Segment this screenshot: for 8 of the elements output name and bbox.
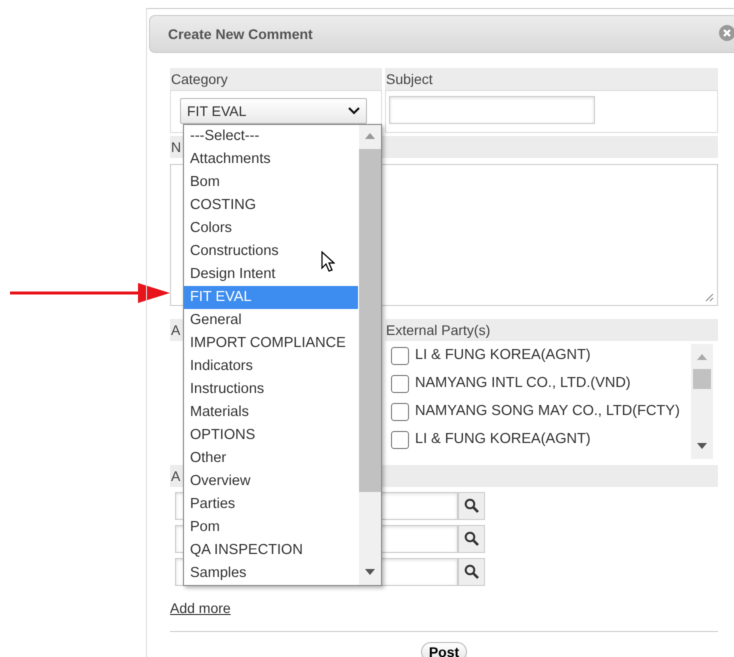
field-label: External Party(s) <box>385 319 718 341</box>
field-label: Subject <box>385 68 718 90</box>
dialog-title: Create New Comment <box>168 24 313 44</box>
party-name: LI & FUNG KOREA(AGNT) <box>415 346 591 366</box>
party-name: NAMYANG SONG MAY CO., LTD(FCTY) <box>415 402 680 422</box>
field-label: Category <box>170 68 382 90</box>
party-name: LI & FUNG KOREA(AGNT) <box>415 430 591 450</box>
party-name: NAMYANG INTL CO., LTD.(VND) <box>415 374 631 394</box>
